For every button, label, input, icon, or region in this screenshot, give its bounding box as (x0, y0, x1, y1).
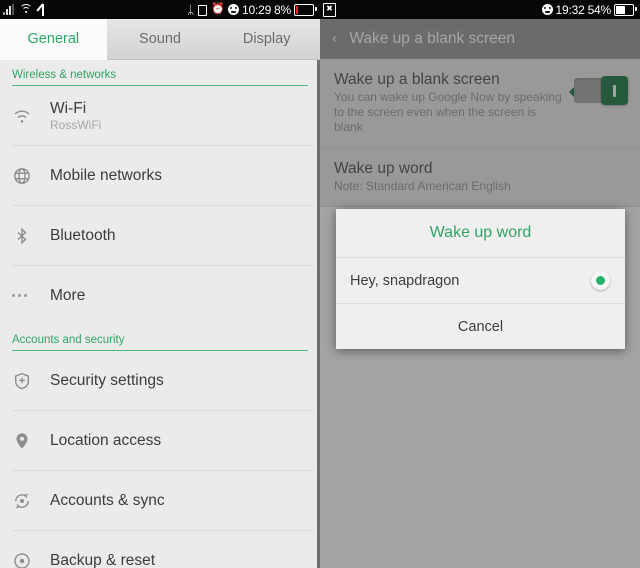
right-status-bar: ✖ 19:32 54% (320, 0, 640, 19)
left-phone-panel: ᛦ ⏰ 10:29 8% General Sound Display Wirel… (0, 0, 320, 568)
tab-display[interactable]: Display (213, 19, 320, 59)
radio-button-selected[interactable] (591, 271, 610, 290)
list-item-security-settings[interactable]: Security settings (0, 351, 320, 410)
wifi-icon (12, 106, 50, 126)
battery-percent: 54% (587, 2, 612, 17)
sync-icon (12, 491, 50, 511)
list-item-title: Backup & reset (50, 552, 156, 568)
list-item-title: Accounts & sync (50, 492, 165, 509)
battery-icon (294, 3, 317, 16)
list-item-location-access[interactable]: Location access (0, 411, 320, 470)
bluetooth-icon (12, 226, 50, 246)
settings-list[interactable]: Wireless & networks Wi-Fi RossWiFi Mobil… (0, 60, 320, 568)
no-sim-icon: ✖ (323, 2, 336, 17)
list-item-accounts-sync[interactable]: Accounts & sync (0, 471, 320, 530)
list-item-title: Bluetooth (50, 227, 116, 244)
more-dots-icon (12, 294, 50, 297)
settings-tab-bar: General Sound Display (0, 19, 320, 60)
list-item-title: Mobile networks (50, 167, 162, 184)
signal-bars-icon (3, 4, 15, 15)
list-item-subtitle: RossWiFi (50, 117, 102, 132)
face-icon (541, 4, 553, 15)
dual-phone-screenshot: ᛦ ⏰ 10:29 8% General Sound Display Wirel… (0, 0, 640, 568)
wifi-icon (19, 4, 32, 15)
wake-up-word-dialog: Wake up word Hey, snapdragon Cancel (336, 209, 625, 349)
bluetooth-icon: ᛦ (187, 2, 195, 17)
dialog-option-label: Hey, snapdragon (350, 272, 460, 289)
right-phone-panel: ✖ 19:32 54% ‹ Wake up a blank screen Wak… (320, 0, 640, 568)
dialog-title: Wake up word (429, 224, 532, 241)
location-pin-icon (12, 431, 50, 451)
tab-general[interactable]: General (0, 19, 107, 60)
list-item-title: Location access (50, 432, 162, 449)
cancel-button[interactable]: Cancel (336, 304, 625, 349)
list-item-more[interactable]: More (0, 266, 320, 325)
dialog-option-hey-snapdragon[interactable]: Hey, snapdragon (336, 258, 625, 303)
status-time: 19:32 (555, 2, 585, 17)
list-item-wifi[interactable]: Wi-Fi RossWiFi (0, 86, 320, 145)
battery-percent: 8% (274, 2, 291, 17)
backup-reset-icon (12, 551, 50, 568)
list-item-mobile-networks[interactable]: Mobile networks (0, 146, 320, 205)
list-item-title: Wi-Fi (50, 99, 87, 117)
left-status-bar: ᛦ ⏰ 10:29 8% (0, 0, 320, 19)
alarm-icon: ⏰ (211, 3, 226, 15)
shield-plus-icon (12, 371, 50, 391)
list-item-title: More (50, 287, 86, 304)
tab-sound[interactable]: Sound (107, 19, 214, 59)
vibrate-icon (197, 4, 208, 16)
globe-icon (12, 166, 50, 186)
list-item-bluetooth[interactable]: Bluetooth (0, 206, 320, 265)
list-item-backup-reset[interactable]: Backup & reset (0, 531, 320, 568)
status-time: 10:29 (242, 2, 272, 17)
list-item-title: Security settings (50, 372, 164, 389)
section-header-wireless: Wireless & networks (12, 69, 117, 81)
data-slash-icon (36, 3, 48, 16)
battery-icon (614, 3, 637, 16)
section-header-accounts: Accounts and security (12, 334, 125, 346)
face-icon (228, 4, 240, 15)
